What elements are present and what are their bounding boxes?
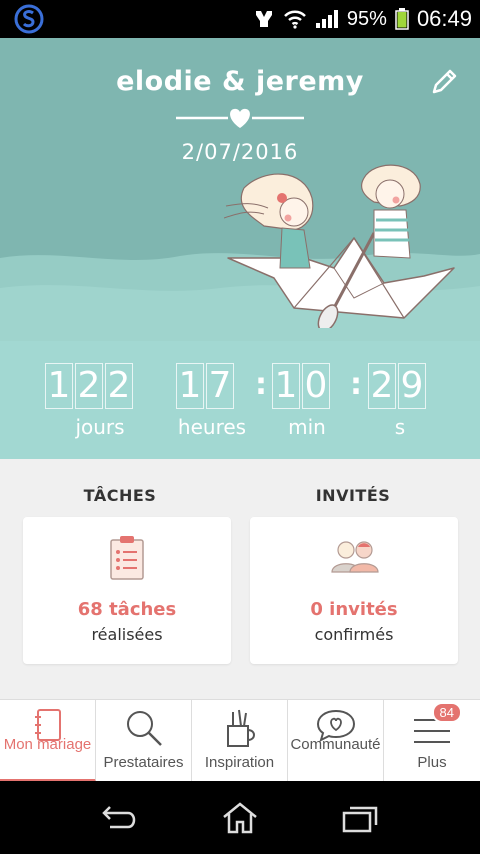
tab-communaute[interactable]: Communauté [288,700,384,782]
tasks-heading: TÂCHES [83,486,157,505]
wedding-countdown: 1 2 2 jours 1 7 heures : 1 0 min : 2 9 s [0,341,480,459]
bottom-tab-bar: Mon mariage Prestataires Inspiration Com… [0,699,480,782]
battery-icon [395,8,409,30]
couple-names: elodie & jeremy [116,66,364,97]
countdown-seconds: 2 9 [368,363,428,409]
guests-count: 0 invités [310,599,398,620]
system-nav-bar [0,781,480,854]
wedding-header: elodie & jeremy 2/07/2016 [0,38,480,341]
clock: 06:49 [416,6,472,31]
battery-percent: 95% [346,7,387,30]
tasks-status: réalisées [91,625,163,644]
pencil-cup-icon [227,709,255,747]
notification-badge: 84 [431,702,462,723]
minutes-digit-1: 1 [272,363,300,409]
app-notification-icon [14,4,44,34]
status-bar: 95% 06:49 [0,0,480,38]
tab-label: Plus [417,754,447,771]
countdown-hours: 1 7 [176,363,236,409]
seconds-label: s [394,415,406,439]
clipboard-icon [110,536,144,580]
tab-inspiration[interactable]: Inspiration [192,700,288,782]
minutes-digit-2: 0 [302,363,330,409]
days-label: jours [75,415,125,439]
time-separator: : [255,367,267,402]
home-icon[interactable] [220,801,260,835]
minutes-label: min [288,415,326,439]
guests-heading: INVITÉS [315,486,391,505]
days-digit-1: 1 [45,363,73,409]
hours-digit-1: 1 [176,363,204,409]
summary-section: TÂCHES INVITÉS 68 tâches réalisées 0 inv… [0,459,480,699]
countdown-days: 1 2 2 [45,363,135,409]
tasks-count: 68 tâches [77,599,177,620]
tab-plus[interactable]: 84 Plus [384,700,480,782]
days-digit-3: 2 [105,363,133,409]
hours-label: heures [177,415,247,439]
tab-label: Communauté [290,736,381,753]
couple-boat-illustration [224,164,455,328]
nfc-icon [255,11,272,27]
tasks-card[interactable]: 68 tâches réalisées [23,517,231,664]
tab-mon-mariage[interactable]: Mon mariage [0,700,96,782]
days-digit-2: 2 [75,363,103,409]
tab-label: Inspiration [204,754,275,771]
tab-label: Mon mariage [3,736,92,753]
hours-digit-2: 7 [206,363,234,409]
countdown-minutes: 1 0 [272,363,332,409]
edit-pencil-icon[interactable] [428,66,460,98]
signal-icon [315,10,338,28]
search-icon [127,711,162,746]
wifi-icon [284,10,306,29]
seconds-digit-1: 2 [368,363,396,409]
guests-status: confirmés [314,625,394,644]
tab-prestataires[interactable]: Prestataires [96,700,192,782]
recent-apps-icon[interactable] [340,801,380,835]
back-icon[interactable] [100,801,140,835]
tab-label: Prestataires [103,754,184,771]
heart-divider-icon [176,108,304,128]
time-separator: : [350,367,362,402]
guests-icon [331,541,379,573]
guests-card[interactable]: 0 invités confirmés [250,517,458,664]
seconds-digit-2: 9 [398,363,426,409]
